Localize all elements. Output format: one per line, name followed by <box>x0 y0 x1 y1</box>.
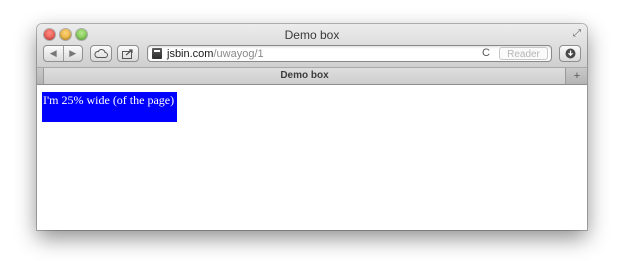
share-button[interactable] <box>117 45 139 62</box>
browser-window: Demo box ⤢ ◀ ▶ jsbin.com/uwayog/1 C Read… <box>37 24 587 230</box>
page-content: I'm 25% wide (of the page) <box>37 85 587 230</box>
demo-box: I'm 25% wide (of the page) <box>42 92 177 122</box>
history-nav-group: ◀ ▶ <box>43 45 83 62</box>
url-path: /uwayog/1 <box>213 48 264 60</box>
download-icon <box>565 48 575 59</box>
tab-bar: Demo box + <box>37 68 587 85</box>
cloud-icon <box>94 49 108 58</box>
forward-arrow-icon: ▶ <box>69 48 77 58</box>
address-bar[interactable]: jsbin.com/uwayog/1 C Reader <box>147 45 552 62</box>
fullscreen-icon[interactable]: ⤢ <box>573 28 581 39</box>
back-arrow-icon: ◀ <box>49 48 57 58</box>
downloads-button[interactable] <box>559 45 581 62</box>
new-tab-icon[interactable]: + <box>567 68 587 84</box>
reload-icon[interactable]: C <box>482 46 490 61</box>
reader-button[interactable]: Reader <box>499 47 548 60</box>
url-text: jsbin.com/uwayog/1 <box>167 47 264 61</box>
tab-demo-box[interactable]: Demo box <box>43 68 566 84</box>
forward-button[interactable]: ▶ <box>62 46 83 61</box>
icloud-tabs-button[interactable] <box>90 45 112 62</box>
url-host: jsbin.com <box>167 48 214 60</box>
share-icon <box>122 48 133 59</box>
title-bar: Demo box ⤢ ◀ ▶ jsbin.com/uwayog/1 C Read… <box>37 24 587 68</box>
site-favicon-icon <box>152 48 162 59</box>
back-button[interactable]: ◀ <box>44 46 63 61</box>
window-title: Demo box <box>284 28 340 42</box>
